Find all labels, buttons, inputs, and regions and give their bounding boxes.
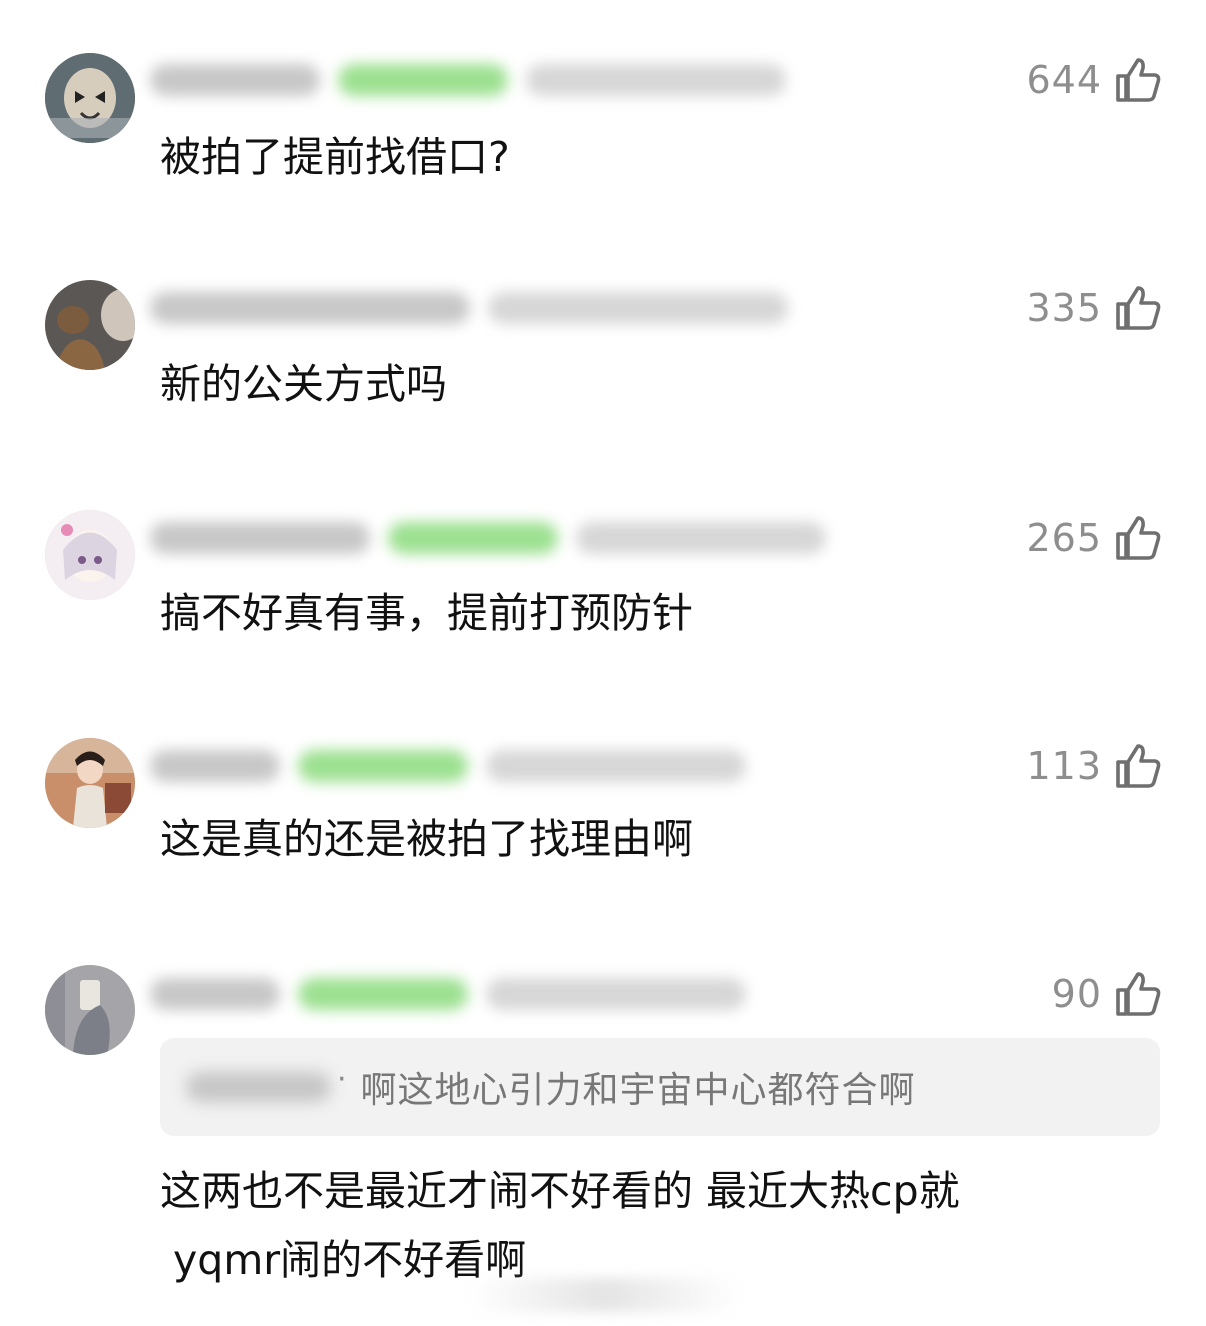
comment-meta bbox=[150, 738, 830, 794]
comment-text: 这两也不是最近才闹不好看的 最近大热cp就 yqmr闹的不好看啊 bbox=[160, 1167, 960, 1284]
avatar-image-icon bbox=[45, 280, 135, 370]
comment-text: 这是真的还是被拍了找理由啊 bbox=[160, 815, 693, 863]
timestamp-location-blurred bbox=[576, 522, 826, 554]
comment-text: 搞不好真有事，提前打预防针 bbox=[160, 589, 693, 637]
like-count: 90 bbox=[1051, 972, 1102, 1016]
comment-meta bbox=[150, 280, 830, 336]
user-badge-blurred bbox=[338, 64, 508, 96]
like-button[interactable]: 265 bbox=[1026, 510, 1162, 566]
like-count: 335 bbox=[1026, 286, 1102, 330]
thumbs-up-icon[interactable] bbox=[1114, 56, 1162, 104]
comment-text: 被拍了提前找借口? bbox=[160, 133, 510, 181]
timestamp-location-blurred bbox=[526, 64, 786, 96]
avatar-image-icon bbox=[45, 965, 135, 1055]
like-count: 265 bbox=[1026, 516, 1102, 560]
timestamp-location-blurred bbox=[486, 750, 746, 782]
avatar[interactable] bbox=[45, 738, 135, 828]
avatar[interactable] bbox=[45, 280, 135, 370]
thumbs-up-icon[interactable] bbox=[1114, 742, 1162, 790]
thumbs-up-icon[interactable] bbox=[1114, 514, 1162, 562]
user-badge-blurred bbox=[298, 750, 468, 782]
quoted-text: 啊这地心引力和宇宙中心都符合啊 bbox=[360, 1070, 916, 1111]
comment-meta bbox=[150, 52, 830, 108]
user-badge-blurred bbox=[298, 978, 468, 1010]
avatar[interactable] bbox=[45, 53, 135, 143]
username-blurred[interactable] bbox=[150, 292, 470, 324]
timestamp-location-blurred bbox=[488, 292, 788, 324]
avatar[interactable] bbox=[45, 965, 135, 1055]
watermark-blur bbox=[470, 1278, 740, 1312]
comment-meta bbox=[150, 966, 830, 1022]
like-button[interactable]: 113 bbox=[1026, 738, 1162, 794]
username-blurred[interactable] bbox=[150, 750, 280, 782]
avatar-image-icon bbox=[45, 53, 135, 143]
quoted-reply[interactable]: · 啊这地心引力和宇宙中心都符合啊 bbox=[160, 1038, 1160, 1136]
thumbs-up-icon[interactable] bbox=[1114, 284, 1162, 332]
like-count: 644 bbox=[1026, 58, 1102, 102]
thumbs-up-icon[interactable] bbox=[1114, 970, 1162, 1018]
comment-text: 新的公关方式吗 bbox=[160, 360, 447, 408]
username-blurred[interactable] bbox=[150, 64, 320, 96]
avatar-image-icon bbox=[45, 738, 135, 828]
timestamp-location-blurred bbox=[486, 978, 746, 1010]
like-button[interactable]: 335 bbox=[1026, 280, 1162, 336]
comment-meta bbox=[150, 510, 830, 566]
like-button[interactable]: 644 bbox=[1026, 52, 1162, 108]
username-blurred[interactable] bbox=[150, 522, 370, 554]
like-button[interactable]: 90 bbox=[1052, 966, 1162, 1022]
separator-dot: · bbox=[337, 1061, 347, 1097]
avatar-image-icon bbox=[45, 510, 135, 600]
like-count: 113 bbox=[1026, 744, 1102, 788]
quoted-username-blurred bbox=[186, 1072, 331, 1102]
avatar[interactable] bbox=[45, 510, 135, 600]
username-blurred[interactable] bbox=[150, 978, 280, 1010]
user-badge-blurred bbox=[388, 522, 558, 554]
